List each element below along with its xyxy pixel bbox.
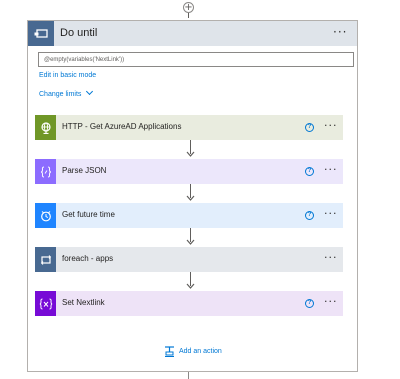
help-icon[interactable]: ? <box>305 123 314 132</box>
add-action-icon <box>165 346 174 357</box>
globe-icon <box>40 121 51 134</box>
arrow-down-icon <box>186 239 195 245</box>
action-parse-json[interactable]: Parse JSON ? ··· <box>35 159 343 184</box>
action-more-button[interactable]: ··· <box>324 207 338 220</box>
condition-expression-input[interactable]: @empty(variables('NextLink')) <box>38 52 354 67</box>
help-icon[interactable]: ? <box>305 299 314 308</box>
do-until-more-button[interactable]: ··· <box>333 25 347 39</box>
do-until-icon <box>34 28 48 38</box>
action-set-nextlink[interactable]: Set Nextlink ? ··· <box>35 291 343 316</box>
action-label: foreach - apps <box>62 254 114 263</box>
action-more-button[interactable]: ··· <box>324 119 338 132</box>
loop-icon <box>40 254 51 265</box>
action-icon-box <box>35 203 56 228</box>
action-more-button[interactable]: ··· <box>324 251 338 264</box>
action-icon-box <box>35 247 56 272</box>
do-until-title: Do until <box>60 27 98 39</box>
action-more-button[interactable]: ··· <box>324 163 338 176</box>
action-icon-box <box>35 115 56 140</box>
edit-basic-mode-link[interactable]: Edit in basic mode <box>39 72 96 79</box>
do-until-header[interactable]: Do until ··· <box>28 21 357 46</box>
action-http-get-azuread-applications[interactable]: HTTP - Get AzureAD Applications ? ··· <box>35 115 343 140</box>
action-icon-box <box>35 159 56 184</box>
action-icon-box <box>35 291 56 316</box>
action-label: Parse JSON <box>62 166 107 175</box>
variable-icon <box>39 298 52 309</box>
action-label: HTTP - Get AzureAD Applications <box>62 122 182 131</box>
action-foreach-apps[interactable]: foreach - apps ··· <box>35 247 343 272</box>
arrow-down-icon <box>186 151 195 157</box>
help-icon[interactable]: ? <box>305 167 314 176</box>
change-limits-label: Change limits <box>39 91 82 98</box>
arrow-down-icon <box>186 283 195 289</box>
add-an-action-button[interactable]: Add an action <box>164 346 222 357</box>
insert-step-plus-icon[interactable]: + <box>183 2 194 13</box>
action-label: Set Nextlink <box>62 298 105 307</box>
action-more-button[interactable]: ··· <box>324 295 338 308</box>
clock-icon <box>40 210 51 221</box>
connector-line <box>188 13 189 18</box>
change-limits-link[interactable]: Change limits <box>39 87 94 98</box>
action-get-future-time[interactable]: Get future time ? ··· <box>35 203 343 228</box>
add-an-action-label: Add an action <box>179 348 222 355</box>
action-label: Get future time <box>62 210 115 219</box>
arrow-down-icon <box>186 195 195 201</box>
do-until-container: Do until ··· @empty(variables('NextLink'… <box>27 20 358 372</box>
help-icon[interactable]: ? <box>305 211 314 220</box>
chevron-down-icon <box>86 87 94 96</box>
curly-braces-icon <box>40 166 51 177</box>
do-until-icon-box <box>28 21 54 46</box>
connector-line <box>188 372 189 379</box>
